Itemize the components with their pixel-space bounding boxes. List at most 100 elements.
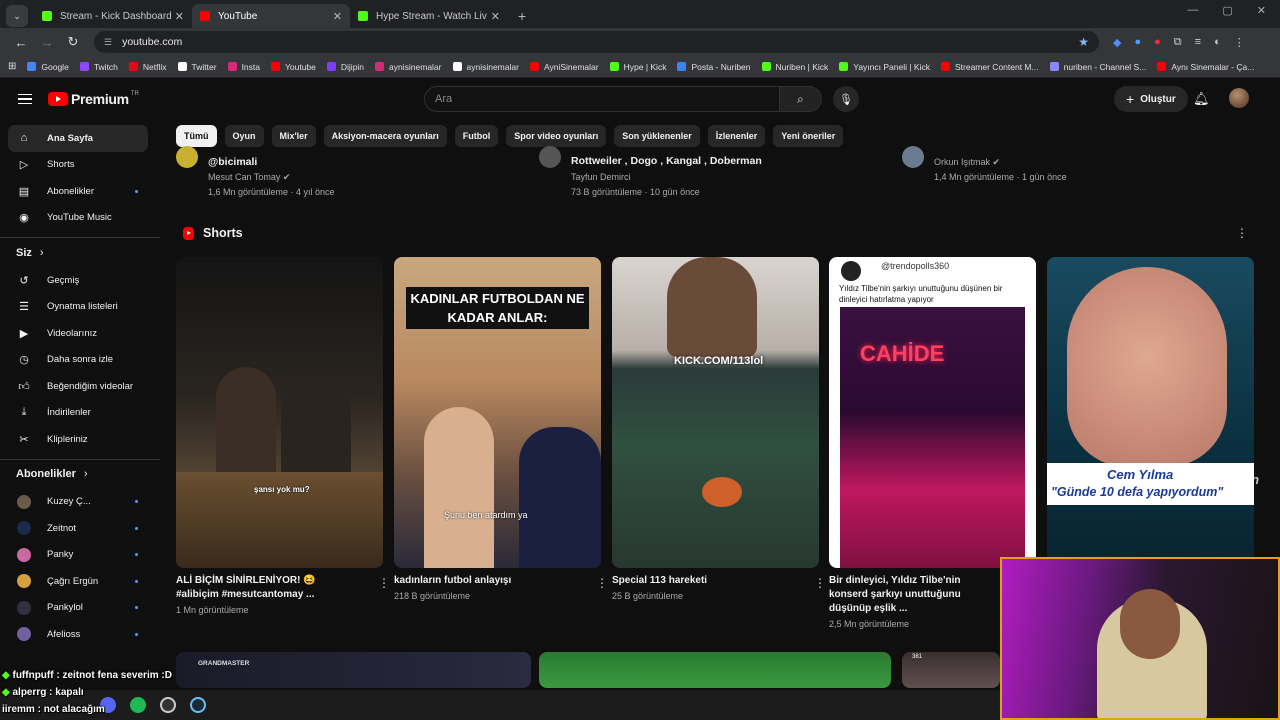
bookmark-item[interactable]: Netflix [128,62,167,72]
spotify-icon[interactable] [130,697,146,713]
sidebar-item-your-videos[interactable]: ▶ Videolarınız [8,320,148,347]
bookmark-item[interactable]: Yayıncı Paneli | Kick [839,62,930,72]
reading-list-icon[interactable]: ≡ [1195,36,1201,49]
notifications-icon[interactable]: 🔔︎ [1193,91,1210,107]
short-thumbnail[interactable]: KADINLAR FUTBOLDAN NE KADAR ANLAR: Şunu … [394,257,601,568]
obs-icon[interactable] [160,697,176,713]
bookmark-item[interactable]: aynisinemalar [375,62,442,72]
short-thumbnail[interactable]: KICK.COM/113lol [612,257,819,568]
channel-avatar[interactable] [902,146,924,168]
sidebar-item-shorts[interactable]: ▷ Shorts [8,152,148,179]
close-icon[interactable]: ✕ [491,10,500,23]
apps-icon[interactable]: ⊞ [8,61,16,72]
avatar[interactable] [1229,88,1249,108]
sidebar-you-heading[interactable]: Siz › [0,237,160,267]
bookmark-item[interactable]: Hype | Kick [609,62,666,72]
more-options-icon[interactable]: ⋮ [814,576,826,590]
sidebar-subscription[interactable]: Afelioss [8,621,148,648]
youtube-premium-logo[interactable]: Premium TR [48,91,139,107]
close-window-icon[interactable]: ✕ [1257,4,1266,17]
url-field[interactable]: ☰ youtube.com ★ [94,31,1099,53]
tab-search-button[interactable]: ⌄ [6,5,28,27]
reload-icon[interactable]: ↻ [60,34,86,50]
browser-tab-bar: ⌄ Stream - Kick Dashboard ✕ YouTube ✕ Hy… [0,0,1280,28]
create-button[interactable]: + Oluştur [1114,86,1188,112]
sidebar-item-home[interactable]: ⌂ Ana Sayfa [8,125,148,152]
sidebar-item-playlists[interactable]: ☰ Oynatma listeleri [8,294,148,321]
sidebar-item-youtube-music[interactable]: ◉ YouTube Music [8,205,148,232]
tab-hype-stream[interactable]: Hype Stream - Watch Live on K ✕ [350,4,508,28]
extensions-area: ◆ ● ● ⧉ ≡ ◐ ⋮ [1113,36,1245,49]
bookmark-item[interactable]: aynisinemalar [452,62,519,72]
forward-icon[interactable]: → [34,35,60,50]
mic-icon[interactable]: 🎙 [833,86,859,112]
short-info: Special 113 hareketi 25 B görüntüleme ⋮ [612,575,826,601]
sidebar-item-subscriptions[interactable]: ▤ Abonelikler [8,178,148,205]
puzzle-icon[interactable]: ⧉ [1174,36,1182,49]
close-icon[interactable]: ✕ [175,10,184,23]
bookmark-favicon-icon [326,62,336,71]
bookmark-item[interactable]: nuriben - Channel S... [1049,62,1146,72]
new-content-dot [135,500,138,504]
bookmark-item[interactable]: Twitch [79,62,118,72]
youtube-icon [48,92,68,106]
profile-icon[interactable]: ◐ [1214,36,1221,49]
downloads-icon: ⤓ [21,406,27,419]
bookmark-item[interactable]: Dijipin [326,62,364,72]
bookmark-item[interactable]: Youtube [271,62,316,72]
new-content-dot [135,606,138,610]
more-options-icon[interactable]: ⋮ [596,576,608,590]
bookmark-item[interactable]: Twitter [177,62,217,72]
tab-kick-dashboard[interactable]: Stream - Kick Dashboard ✕ [34,4,192,28]
bookmark-item[interactable]: AyniSinemalar [529,62,599,72]
bookmark-item[interactable]: Google [27,62,69,72]
extension-icon[interactable]: ● [1134,36,1141,49]
address-bar-row: ← → ↻ ☰ youtube.com ★ ◆ ● ● ⧉ ≡ ◐ ⋮ [0,28,1280,56]
bookmark-item[interactable]: Streamer Content M... [940,62,1039,72]
channel-name[interactable]: Orkun Işıtmak ✔ [934,157,1000,168]
sidebar-subscription[interactable]: Çağrı Ergün [8,568,148,595]
sidebar-subscription[interactable]: Pankylol [8,595,148,622]
video-thumbnail[interactable]: 381 [902,652,1000,688]
short-thumbnail[interactable]: @trendopolls360 Yıldız Tilbe'nin şarkıyı… [829,257,1036,568]
extension-icon[interactable]: ● [1154,36,1161,49]
video-thumbnail[interactable]: GRANDMASTER [176,652,531,688]
bookmark-item[interactable]: Posta - Nuriben [677,62,751,72]
more-options-icon[interactable]: ⋮ [378,576,390,590]
menu-icon[interactable]: ⋮ [1234,36,1245,49]
chevron-right-icon: › [39,246,44,259]
sidebar-subscription[interactable]: Kuzey Ç... [8,489,148,516]
sidebar-subscription[interactable]: Panky [8,542,148,569]
maximize-icon[interactable]: ▢ [1222,4,1232,17]
sidebar-subscriptions-heading[interactable]: Abonelikler › [0,458,160,489]
bookmark-favicon-icon [227,62,237,71]
bookmark-star-icon[interactable]: ★ [1078,35,1089,49]
bookmark-item[interactable]: Nuriben | Kick [761,62,828,72]
sidebar-item-downloads[interactable]: ⤓ İndirilenler [8,400,148,427]
search-input[interactable]: Ara [424,86,780,112]
back-icon[interactable]: ← [8,35,34,50]
sidebar-item-liked-videos[interactable]: 👍︎ Beğendiğim videolar [8,373,148,400]
menu-icon[interactable] [18,93,32,105]
extension-icon[interactable]: ◆ [1113,36,1121,49]
close-icon[interactable]: ✕ [333,10,342,23]
short-thumbnail[interactable]: şansı yok mu? [176,257,383,568]
bookmark-item[interactable]: Aynı Sinemalar - Ça... [1157,62,1254,72]
video-thumbnail[interactable] [539,652,891,688]
more-options-icon[interactable]: ⋮ [1236,226,1248,240]
new-tab-button[interactable]: + [508,8,536,28]
channel-name[interactable]: Mesut Can Tomay ✔ [208,172,290,183]
sidebar-item-clips[interactable]: ✂ Klipleriniz [8,426,148,453]
site-info-icon[interactable]: ☰ [104,37,112,48]
sidebar-item-history[interactable]: ↺ Geçmiş [8,267,148,294]
search-button[interactable]: ⌕ [780,86,822,112]
bookmark-item[interactable]: Insta [227,62,260,72]
minimize-icon[interactable]: — [1187,4,1198,17]
channel-avatar[interactable] [176,146,198,168]
steam-icon[interactable] [190,697,206,713]
sidebar-item-watch-later[interactable]: ◷ Daha sonra izle [8,347,148,374]
tab-youtube[interactable]: YouTube ✕ [192,4,350,28]
short-thumbnail[interactable]: Cem Yılma "Günde 10 defa yapıyordum" [1047,257,1254,568]
channel-avatar[interactable] [539,146,561,168]
sidebar-subscription[interactable]: Zeitnot [8,515,148,542]
